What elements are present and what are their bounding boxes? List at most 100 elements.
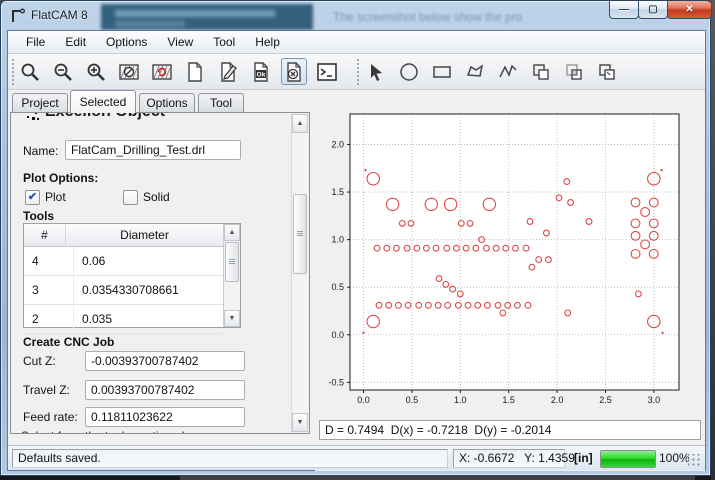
polygon-tool-icon xyxy=(464,61,486,83)
menu-options[interactable]: Options xyxy=(96,32,157,52)
zoom-in-icon xyxy=(85,61,107,83)
tools-hint-text: Select from the tools section above xyxy=(21,429,208,434)
plot-options-label: Plot Options: xyxy=(23,171,98,185)
polygon-union-button[interactable] xyxy=(528,58,554,85)
flatcam-window: The screenshot below show the pro FlatCA… xyxy=(0,0,711,476)
selected-tab-panel: Excellon Object Name: Plot Options: ✔ Pl… xyxy=(10,112,310,434)
cutz-label: Cut Z: xyxy=(23,354,56,368)
panel-scrollbar-thumb[interactable] xyxy=(293,194,307,274)
tool-diameter: 0.06 xyxy=(74,247,223,275)
panel-title: Excellon Object xyxy=(45,112,165,121)
draw-circle-button[interactable] xyxy=(396,58,422,85)
scroll-down-arrow[interactable]: ▼ xyxy=(224,310,240,327)
draw-polygon-button[interactable] xyxy=(462,58,488,85)
clear-plot-button[interactable] xyxy=(116,58,142,85)
zoom-fit-button[interactable] xyxy=(17,58,43,85)
intersection-icon xyxy=(563,61,585,83)
window-title: FlatCAM 8 xyxy=(31,8,88,22)
menu-view[interactable]: View xyxy=(157,32,203,52)
replot-icon xyxy=(151,61,173,83)
pointer-icon xyxy=(365,61,387,83)
title-bar[interactable]: The screenshot below show the pro FlatCA… xyxy=(1,1,712,30)
edit-file-icon xyxy=(217,61,239,83)
menu-tool[interactable]: Tool xyxy=(203,32,245,52)
table-row[interactable]: 2 0.035 xyxy=(24,305,223,334)
menu-file[interactable]: File xyxy=(16,32,55,52)
new-blank-geometry-button[interactable] xyxy=(182,58,208,85)
terminal-icon xyxy=(316,61,338,83)
solid-checkbox-label: Solid xyxy=(143,190,170,204)
save-edits-ok-button[interactable]: Ok xyxy=(248,58,274,85)
name-input[interactable] xyxy=(65,140,241,160)
solid-checkbox[interactable]: ✔ xyxy=(123,190,138,205)
plot-checkbox[interactable]: ✔ xyxy=(25,190,40,205)
zoom-out-button[interactable] xyxy=(50,58,76,85)
tool-number: 3 xyxy=(24,276,74,304)
panel-scrollbar[interactable]: ▲ ▼ xyxy=(291,114,308,432)
progress-percent-label: 100% xyxy=(659,451,690,465)
units-label: [in] xyxy=(574,451,593,465)
coordinates-readout: X: -0.6672 Y: 1.4359 xyxy=(453,449,565,468)
table-row[interactable]: 3 0.0354330708661 xyxy=(24,276,223,305)
plot-region: 0.00.51.01.52.02.53.0-0.50.00.51.01.52.0… xyxy=(315,90,705,471)
svg-text:0.0: 0.0 xyxy=(331,330,344,340)
svg-text:0.0: 0.0 xyxy=(357,395,370,405)
menu-help[interactable]: Help xyxy=(245,32,290,52)
svg-text:0.5: 0.5 xyxy=(406,395,419,405)
rectangle-tool-icon xyxy=(431,61,453,83)
measurement-readout: D = 0.7494 D(x) = -0.7218 D(y) = -0.2014 xyxy=(319,420,701,440)
scroll-up-arrow[interactable]: ▲ xyxy=(224,224,240,241)
polygon-subtract-button[interactable] xyxy=(594,58,620,85)
tab-options[interactable]: Options xyxy=(139,93,195,112)
background-window-ghost xyxy=(101,4,313,30)
menu-edit[interactable]: Edit xyxy=(55,32,96,52)
table-row[interactable]: 4 0.06 xyxy=(24,247,223,276)
excellon-object-icon xyxy=(23,112,41,127)
pointer-select-button[interactable] xyxy=(363,58,389,85)
minimize-button[interactable]: — xyxy=(609,1,639,19)
draw-path-button[interactable] xyxy=(495,58,521,85)
draw-rectangle-button[interactable] xyxy=(429,58,455,85)
resize-grip[interactable] xyxy=(688,454,701,467)
tools-table: # Diameter 4 0.06 3 0.0354330708661 2 xyxy=(23,223,241,328)
tool-number: 4 xyxy=(24,247,74,275)
tools-table-header: # Diameter xyxy=(24,224,223,247)
cutz-input[interactable] xyxy=(85,351,245,371)
svg-text:2.0: 2.0 xyxy=(551,395,564,405)
panel-scroll-up-arrow[interactable]: ▲ xyxy=(292,114,308,133)
toolbar-handle[interactable] xyxy=(11,58,15,86)
svg-text:2.0: 2.0 xyxy=(331,139,344,149)
close-button[interactable]: ✕ xyxy=(667,1,712,19)
panel-scroll-down-arrow[interactable]: ▼ xyxy=(292,413,308,432)
col-header-diameter: Diameter xyxy=(66,224,223,246)
feedrate-input[interactable] xyxy=(85,407,245,427)
plot-checkbox-label: Plot xyxy=(45,190,66,204)
cancel-edits-button[interactable] xyxy=(281,58,307,85)
flatcam-logo-icon xyxy=(9,7,27,25)
progress-bar xyxy=(600,450,656,468)
travelz-input[interactable] xyxy=(85,380,245,400)
replot-button[interactable] xyxy=(149,58,175,85)
maximize-button[interactable]: ▢ xyxy=(638,1,668,19)
zoom-in-button[interactable] xyxy=(83,58,109,85)
table-scrollbar[interactable]: ▲ ▼ xyxy=(223,224,240,327)
cancel-file-icon xyxy=(283,61,305,83)
ok-file-icon: Ok xyxy=(250,61,272,83)
plot-canvas[interactable]: 0.00.51.01.52.02.53.0-0.50.00.51.01.52.0 xyxy=(315,90,705,416)
shell-button[interactable] xyxy=(314,58,340,85)
scrollbar-thumb[interactable] xyxy=(225,242,239,282)
feedrate-label: Feed rate: xyxy=(23,410,78,424)
tab-tool[interactable]: Tool xyxy=(198,93,244,112)
polygon-intersection-button[interactable] xyxy=(561,58,587,85)
tab-project[interactable]: Project xyxy=(12,93,68,112)
background-taskbar xyxy=(0,476,715,480)
desktop: The screenshot below show the pro FlatCA… xyxy=(0,0,715,480)
path-tool-icon xyxy=(497,61,519,83)
tab-selected[interactable]: Selected xyxy=(70,90,136,113)
zoom-out-icon xyxy=(52,61,74,83)
toolbar-handle-2[interactable] xyxy=(356,58,360,86)
cnc-section-title: Create CNC Job xyxy=(23,335,114,349)
menu-bar: File Edit Options View Tool Help xyxy=(8,31,705,54)
svg-text:1.0: 1.0 xyxy=(454,395,467,405)
editor-button[interactable] xyxy=(215,58,241,85)
